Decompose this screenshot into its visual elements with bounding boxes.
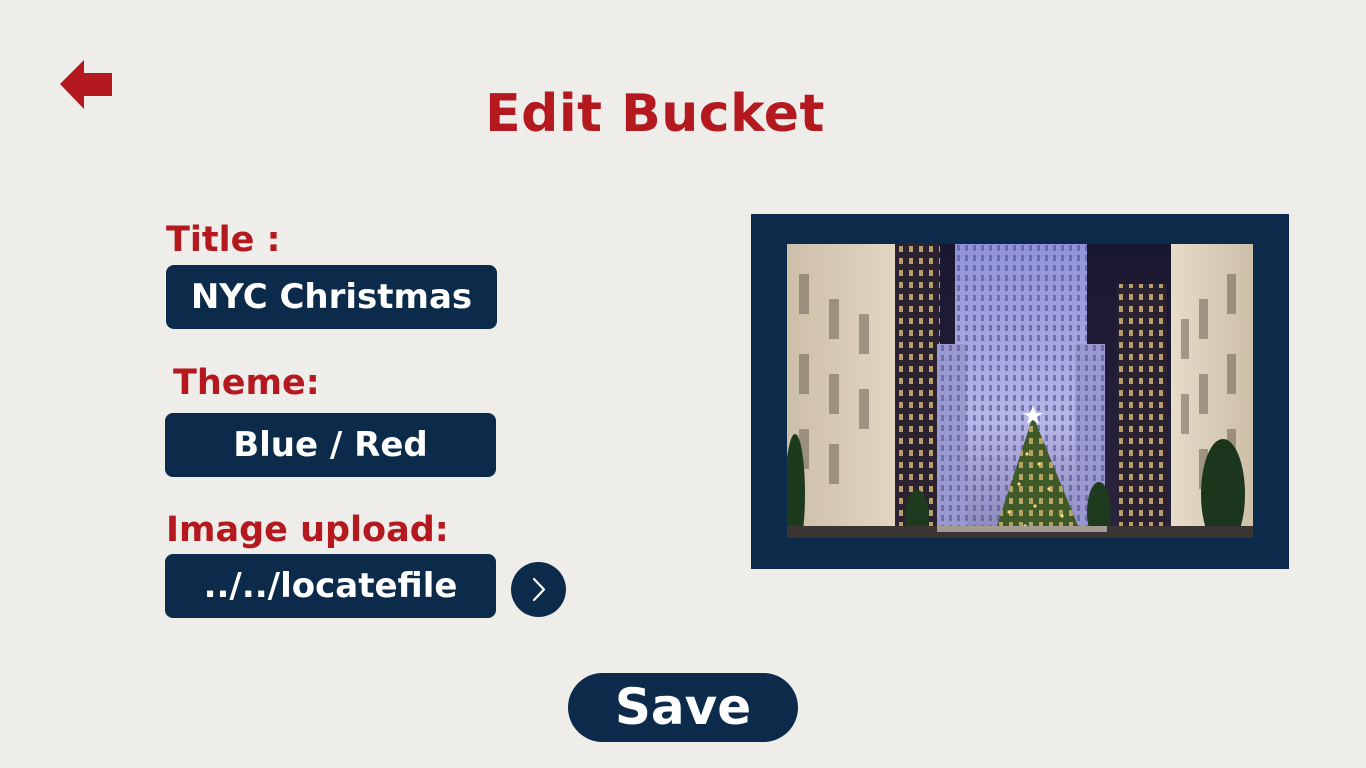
theme-select[interactable]: Blue / Red	[165, 413, 496, 477]
browse-file-button[interactable]	[511, 562, 566, 617]
image-upload-label: Image upload:	[166, 510, 449, 550]
theme-label: Theme:	[173, 363, 320, 403]
image-preview	[787, 244, 1253, 538]
save-button[interactable]: Save	[568, 673, 798, 742]
chevron-right-icon	[532, 577, 546, 602]
theme-value: Blue / Red	[233, 425, 428, 465]
page-title: Edit Bucket	[485, 84, 825, 144]
image-path-input[interactable]	[165, 554, 496, 618]
title-label: Title :	[166, 220, 281, 260]
title-input[interactable]	[166, 265, 497, 329]
image-preview-frame	[751, 214, 1289, 569]
